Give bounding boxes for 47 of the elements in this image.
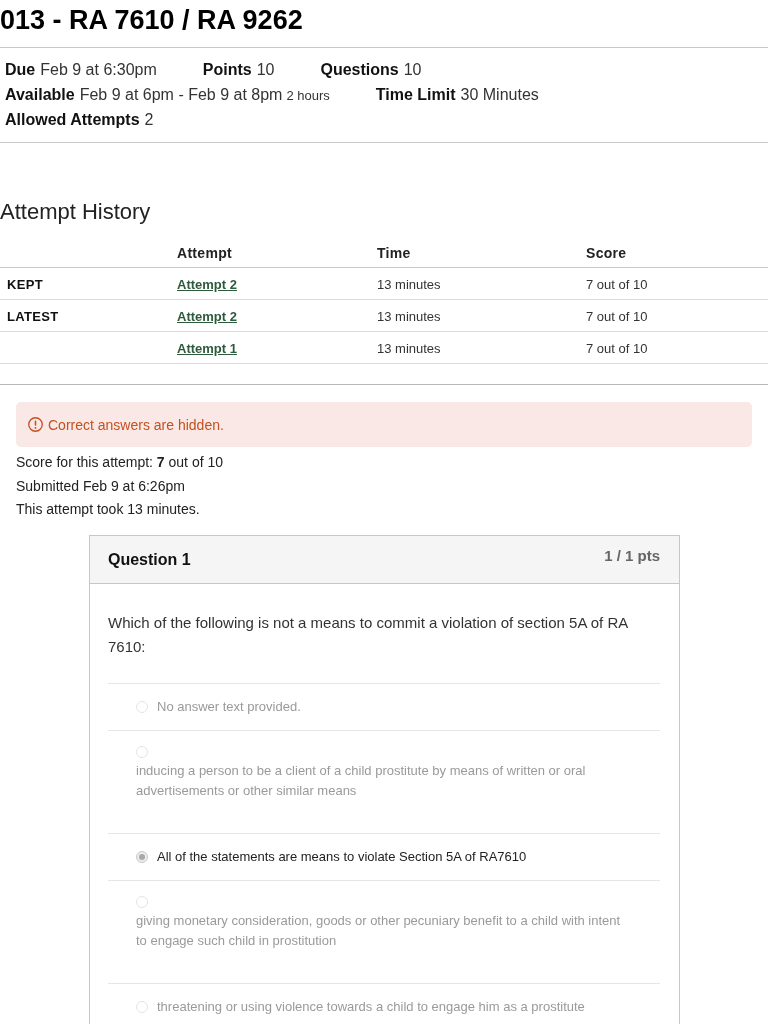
points-label: 1 / 1 pts bbox=[604, 547, 660, 565]
detail-label: Points bbox=[202, 60, 252, 80]
detail-label: Time Limit bbox=[375, 85, 456, 105]
column-header: Time bbox=[377, 244, 411, 261]
exclamation-circle-icon bbox=[28, 417, 43, 432]
column-header: Score bbox=[586, 244, 627, 261]
answer-text: No answer text provided. bbox=[157, 699, 301, 715]
attempt-summary-text: Submitted Feb 9 at 6:26pm bbox=[16, 478, 185, 494]
detail-label: Available bbox=[5, 85, 75, 105]
radio-button[interactable] bbox=[136, 746, 148, 758]
radio-button[interactable] bbox=[136, 1001, 148, 1013]
attempt-link[interactable]: Attempt 2 bbox=[177, 276, 237, 292]
detail-value: Feb 9 at 6pm - Feb 9 at 8pm bbox=[79, 85, 283, 105]
answer-text: All of the statements are means to violate Section 5A of RA7610 bbox=[157, 849, 527, 865]
duration-note: 2 hours bbox=[286, 87, 330, 105]
attempt-status: LATEST bbox=[7, 308, 59, 324]
attempt-link[interactable]: Attempt 1 bbox=[177, 340, 237, 356]
attempt-status: KEPT bbox=[7, 276, 43, 292]
detail-value: 10 bbox=[256, 60, 275, 80]
attempt-summary-text: Score for this attempt: 7 out of 10 bbox=[16, 454, 224, 470]
radio-button[interactable] bbox=[136, 896, 148, 908]
score-cell: 7 out of 10 bbox=[586, 276, 648, 292]
detail-value: Feb 9 at 6:30pm bbox=[40, 60, 157, 80]
time-cell: 13 minutes bbox=[377, 276, 441, 292]
question-title: Question 1 bbox=[108, 550, 191, 570]
section-heading: Attempt History bbox=[0, 198, 152, 226]
detail-value: 2 bbox=[144, 110, 154, 130]
radio-button[interactable] bbox=[136, 701, 148, 713]
alert-text: Correct answers are hidden. bbox=[48, 416, 224, 433]
score-cell: 7 out of 10 bbox=[586, 340, 648, 356]
answer-text: giving monetary consideration, goods or other pecuniary benefit to a child with intent to engage such child in prostitution bbox=[136, 912, 622, 950]
attempt-summary-text: This attempt took 13 minutes. bbox=[16, 501, 200, 517]
time-cell: 13 minutes bbox=[377, 340, 441, 356]
time-cell: 13 minutes bbox=[377, 308, 441, 324]
radio-button[interactable] bbox=[136, 851, 148, 863]
column-header: Attempt bbox=[177, 244, 232, 261]
quiz-title: 013 - RA 7610 / RA 9262 bbox=[0, 0, 768, 48]
detail-label: Due bbox=[5, 60, 36, 80]
detail-label: Allowed Attempts bbox=[5, 110, 140, 130]
attempt-link[interactable]: Attempt 2 bbox=[177, 308, 237, 324]
detail-value: 10 bbox=[403, 60, 422, 80]
detail-value: 30 Minutes bbox=[460, 85, 539, 105]
detail-label: Questions bbox=[320, 60, 399, 80]
answer-text: inducing a person to be a client of a child prostitute by means of written or oral advertisements or other similar means bbox=[136, 762, 587, 800]
answer-text: threatening or using violence towards a child to engage him as a prostitute bbox=[157, 999, 585, 1015]
question-text: Which of the following is not a means to commit a violation of section 5A of RA 7610: bbox=[108, 613, 629, 657]
score-cell: 7 out of 10 bbox=[586, 308, 648, 324]
